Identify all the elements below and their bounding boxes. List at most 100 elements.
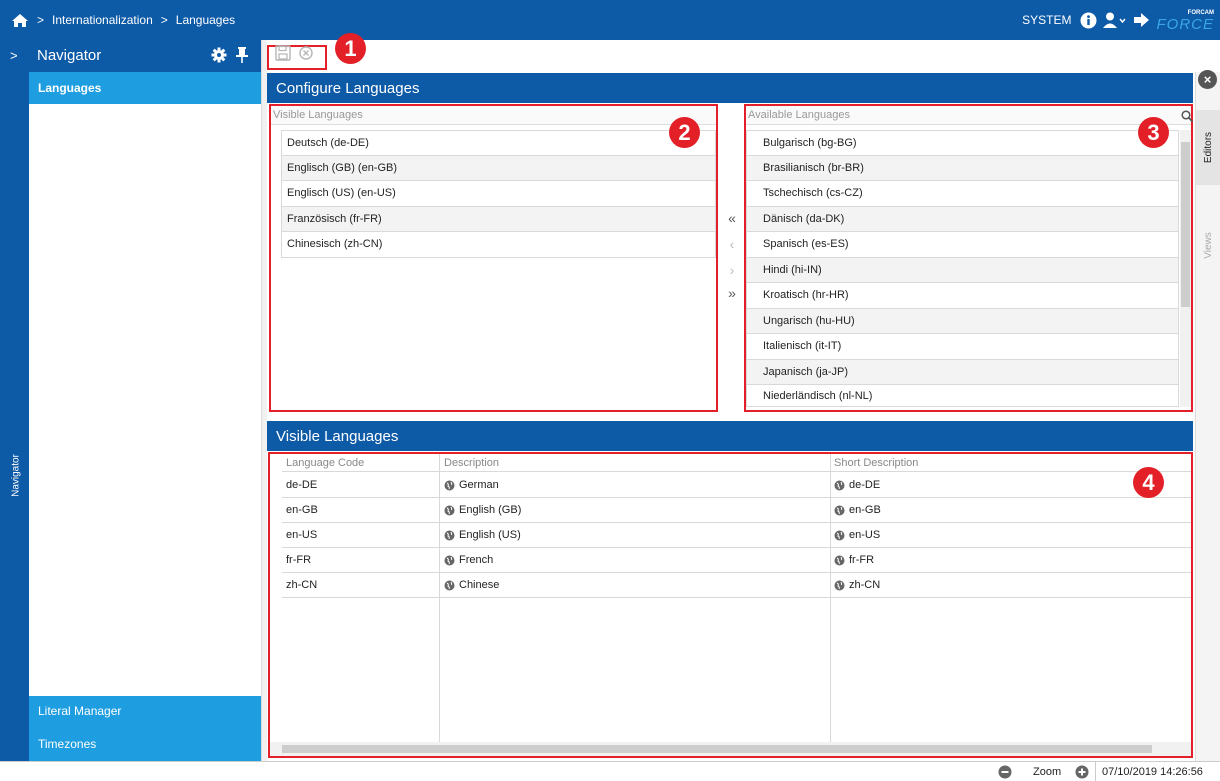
globe-icon xyxy=(834,530,845,540)
cell-short-description: en-US xyxy=(849,529,881,541)
table-row[interactable]: fr-FR French fr-FR xyxy=(282,548,1191,573)
zoom-out-icon[interactable] xyxy=(998,765,1012,781)
cell-language-code: de-DE xyxy=(286,479,318,491)
navigator-header: Navigator xyxy=(29,40,261,72)
list-item[interactable]: Ungarisch (hu-HU) xyxy=(746,308,1179,334)
header-description[interactable]: Description xyxy=(444,457,499,469)
move-right-button[interactable]: › xyxy=(720,262,744,278)
list-item[interactable]: Chinesisch (zh-CN) xyxy=(281,232,716,258)
list-item[interactable]: Spanisch (es-ES) xyxy=(746,232,1179,258)
cell-short-description: zh-CN xyxy=(849,579,881,591)
cell-language-code: en-US xyxy=(286,529,318,541)
nav-item-literal-manager[interactable]: Literal Manager xyxy=(29,696,261,726)
cell-language-code: en-GB xyxy=(286,504,318,516)
list-item[interactable]: Tschechisch (cs-CZ) xyxy=(746,181,1179,207)
zoom-label: Zoom xyxy=(1033,766,1062,778)
list-item[interactable]: Französisch (fr-FR) xyxy=(281,206,716,232)
status-separator xyxy=(1095,762,1096,781)
cell-short-description: en-GB xyxy=(849,504,881,516)
header-short-description[interactable]: Short Description xyxy=(834,457,918,469)
globe-icon xyxy=(834,555,845,565)
scrollbar-thumb[interactable] xyxy=(282,745,1152,753)
scrollbar-thumb[interactable] xyxy=(1181,142,1190,307)
callout-4: 4 xyxy=(1133,467,1164,498)
globe-icon xyxy=(444,580,455,590)
table-horizontal-scrollbar[interactable] xyxy=(270,742,1191,756)
list-item[interactable]: Deutsch (de-DE) xyxy=(281,130,716,156)
list-item[interactable]: Englisch (GB) (en-GB) xyxy=(281,155,716,181)
pin-icon[interactable] xyxy=(236,47,248,66)
breadcrumb-languages[interactable]: Languages xyxy=(176,13,235,27)
move-all-right-button[interactable]: » xyxy=(720,285,744,301)
top-bar: > Internationalization > Languages SYSTE… xyxy=(0,0,1220,40)
home-icon[interactable] xyxy=(11,12,29,28)
callout-1: 1 xyxy=(335,33,366,64)
header-language-code[interactable]: Language Code xyxy=(286,457,364,469)
cell-description: English (US) xyxy=(459,529,521,541)
visible-languages-rows: Deutsch (de-DE) Englisch (GB) (en-GB) En… xyxy=(281,130,716,410)
available-languages-scrollbar[interactable] xyxy=(1180,130,1191,407)
move-all-left-button[interactable]: « xyxy=(720,210,744,226)
info-icon[interactable] xyxy=(1080,12,1097,29)
cell-description: French xyxy=(459,554,494,566)
navigator-splitter[interactable] xyxy=(261,40,267,761)
callout-2: 2 xyxy=(669,117,700,148)
list-item[interactable]: Niederländisch (nl-NL) xyxy=(746,385,1179,407)
toolbar xyxy=(267,42,1193,72)
forcam-force-logo: FORCAM FORCE xyxy=(1156,10,1215,33)
configure-languages-header: Configure Languages xyxy=(267,73,1193,103)
cancel-icon[interactable] xyxy=(299,46,313,63)
table-header: Language Code Description Short Descript… xyxy=(282,454,1191,472)
expand-chevron-icon[interactable]: > xyxy=(10,48,18,63)
globe-icon xyxy=(444,480,455,490)
visible-languages-table[interactable]: Language Code Description Short Descript… xyxy=(268,452,1193,758)
navigator-body xyxy=(29,104,261,696)
globe-icon xyxy=(444,530,455,540)
navigator-rail[interactable]: > Navigator xyxy=(0,40,29,761)
visible-languages-list[interactable]: Visible Languages Deutsch (de-DE) Englis… xyxy=(269,104,718,412)
side-tabs: Editors Views xyxy=(1195,72,1220,761)
globe-icon xyxy=(834,505,845,515)
list-item[interactable]: Englisch (US) (en-US) xyxy=(281,181,716,207)
list-item[interactable]: Kroatisch (hr-HR) xyxy=(746,283,1179,309)
visible-languages-section-header: Visible Languages xyxy=(267,421,1193,451)
status-datetime: 07/10/2019 14:26:56 xyxy=(1102,766,1203,778)
navigator-rail-label: Navigator xyxy=(10,454,22,497)
user-icon[interactable] xyxy=(1102,12,1127,28)
save-icon[interactable] xyxy=(275,45,291,64)
search-icon[interactable] xyxy=(1181,110,1194,125)
list-item[interactable]: Hindi (hi-IN) xyxy=(746,257,1179,283)
cell-description: Chinese xyxy=(459,579,500,591)
table-row[interactable]: en-US English (US) en-US xyxy=(282,523,1191,548)
list-item[interactable]: Bulgarisch (bg-BG) xyxy=(746,130,1179,156)
globe-icon xyxy=(444,555,455,565)
cell-short-description: de-DE xyxy=(849,479,881,491)
table-row[interactable]: zh-CN Chinese zh-CN xyxy=(282,573,1191,598)
nav-item-timezones[interactable]: Timezones xyxy=(29,726,261,761)
move-left-button[interactable]: ‹ xyxy=(720,236,744,252)
breadcrumb-internationalization[interactable]: Internationalization xyxy=(52,13,153,27)
chevron-right-icon: > xyxy=(160,13,168,27)
list-item[interactable]: Japanisch (ja-JP) xyxy=(746,359,1179,385)
list-item[interactable]: Italienisch (it-IT) xyxy=(746,334,1179,360)
list-item[interactable]: Brasilianisch (br-BR) xyxy=(746,155,1179,181)
gear-icon[interactable] xyxy=(211,47,227,66)
table-row[interactable]: de-DE German de-DE xyxy=(282,473,1191,498)
table-row[interactable]: en-GB English (GB) en-GB xyxy=(282,498,1191,523)
available-languages-rows: Bulgarisch (bg-BG) Brasilianisch (br-BR)… xyxy=(746,130,1179,410)
cell-language-code: fr-FR xyxy=(286,554,312,566)
status-bar: Zoom 07/10/2019 14:26:56 xyxy=(0,761,1220,781)
list-item[interactable]: Dänisch (da-DK) xyxy=(746,206,1179,232)
globe-icon xyxy=(444,505,455,515)
logout-icon[interactable] xyxy=(1133,12,1151,28)
callout-3: 3 xyxy=(1138,117,1169,148)
globe-icon xyxy=(834,480,845,490)
nav-item-languages[interactable]: Languages xyxy=(29,72,261,104)
tab-views[interactable]: Views xyxy=(1196,220,1220,270)
tab-editors[interactable]: Editors xyxy=(1196,110,1220,185)
globe-icon xyxy=(834,580,845,590)
zoom-in-icon[interactable] xyxy=(1075,765,1089,781)
close-icon[interactable]: × xyxy=(1198,70,1217,89)
available-languages-list[interactable]: Available Languages Bulgarisch (bg-BG) B… xyxy=(744,104,1193,412)
chevron-right-icon: > xyxy=(37,13,45,27)
